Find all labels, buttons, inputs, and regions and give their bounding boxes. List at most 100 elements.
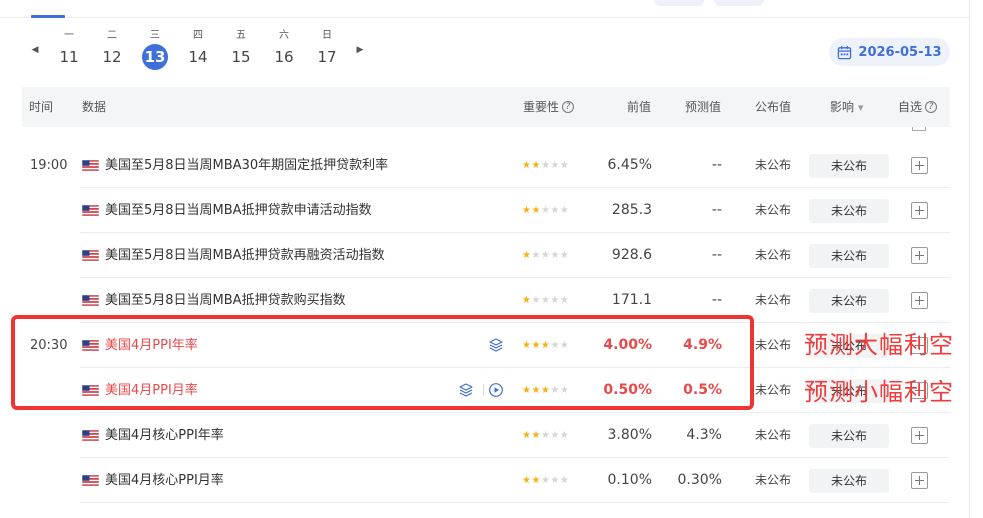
sort-down-icon: ▼ <box>858 103 864 112</box>
col-forecast: 预测值 <box>685 100 722 114</box>
forecast-value: -- <box>711 202 722 218</box>
table-header: 时间 数据 重要性? 前值 预测值 公布值 影响 ▼ 自选? <box>22 87 950 127</box>
day-13-selected[interactable]: 三 13 <box>140 28 170 70</box>
day-12[interactable]: 二 12 <box>97 28 127 70</box>
top-control-pill[interactable] <box>654 0 704 6</box>
row-time: 19:00 <box>30 158 68 173</box>
importance-stars: ★★★★★ <box>522 430 570 441</box>
forecast-value: 4.3% <box>686 427 722 443</box>
previous-value: 6.45% <box>607 157 652 173</box>
us-flag-icon <box>82 160 99 171</box>
prev-week-arrow-icon[interactable]: ◀ <box>30 44 40 56</box>
next-week-arrow-icon[interactable]: ▶ <box>355 44 365 56</box>
us-flag-icon <box>82 295 99 306</box>
annotation-highlight-box <box>11 315 754 410</box>
date-value: 2026-05-13 <box>858 44 942 60</box>
weekday-label: 一 <box>64 30 74 41</box>
day-16[interactable]: 六 16 <box>269 28 299 70</box>
day-17[interactable]: 日 17 <box>312 28 342 70</box>
day-14[interactable]: 四 14 <box>183 28 213 70</box>
col-impact-label: 影响 <box>830 100 855 114</box>
impact-badge[interactable]: 未公布 <box>809 469 889 493</box>
event-name-link[interactable]: 美国至5月8日当周MBA抵押贷款再融资活动指数 <box>105 233 385 278</box>
day-number: 15 <box>231 48 251 66</box>
previous-value: 928.6 <box>611 247 652 263</box>
impact-badge[interactable]: 未公布 <box>809 289 889 313</box>
col-time: 时间 <box>29 100 54 114</box>
scrolled-row-edge <box>912 127 926 131</box>
previous-value: 3.80% <box>607 427 652 443</box>
table-row: 19:00 美国至5月8日当周MBA30年期固定抵押贷款利率 ★★★★★ 6.4… <box>22 143 950 188</box>
impact-badge[interactable]: 未公布 <box>809 154 889 178</box>
forecast-value: -- <box>711 157 722 173</box>
day-number: 13 <box>142 44 168 70</box>
us-flag-icon <box>82 205 99 216</box>
table-row: 美国至5月8日当周MBA抵押贷款再融资活动指数 ★★★★★ 928.6 -- 未… <box>22 233 950 278</box>
impact-badge[interactable]: 未公布 <box>809 244 889 268</box>
top-control-pill[interactable] <box>714 0 764 6</box>
day-number: 14 <box>188 48 208 66</box>
day-number: 12 <box>102 48 122 66</box>
add-watchlist-icon[interactable] <box>911 157 928 174</box>
event-name-link[interactable]: 美国4月核心PPI月率 <box>105 458 224 503</box>
day-15[interactable]: 五 15 <box>226 28 256 70</box>
impact-badge[interactable]: 未公布 <box>809 199 889 223</box>
day-11[interactable]: 一 11 <box>54 28 84 70</box>
col-importance[interactable]: 重要性? <box>523 87 575 127</box>
day-number: 11 <box>59 48 79 66</box>
panel-border <box>969 0 970 518</box>
add-watchlist-icon[interactable] <box>911 247 928 264</box>
us-flag-icon <box>82 430 99 441</box>
weekday-label: 二 <box>107 30 117 41</box>
actual-value: 未公布 <box>755 293 792 307</box>
table-row: 美国4月核心PPI年率 ★★★★★ 3.80% 4.3% 未公布 未公布 <box>22 413 950 458</box>
actual-value: 未公布 <box>755 248 792 262</box>
top-tab-bar <box>0 0 983 18</box>
help-icon[interactable]: ? <box>925 100 938 113</box>
actual-value: 未公布 <box>755 338 792 352</box>
us-flag-icon <box>82 475 99 486</box>
actual-value: 未公布 <box>755 473 792 487</box>
forecast-value: -- <box>711 247 722 263</box>
weekday-label: 六 <box>279 30 289 41</box>
col-importance-label: 重要性 <box>523 100 560 114</box>
col-previous: 前值 <box>627 100 652 114</box>
weekday-label: 三 <box>150 30 160 41</box>
event-name-link[interactable]: 美国至5月8日当周MBA30年期固定抵押贷款利率 <box>105 143 388 188</box>
day-number: 16 <box>274 48 294 66</box>
importance-stars: ★★★★★ <box>522 205 570 216</box>
day-number: 17 <box>317 48 337 66</box>
table-row: 美国至5月8日当周MBA抵押贷款申请活动指数 ★★★★★ 285.3 -- 未公… <box>22 188 950 233</box>
previous-value: 0.10% <box>607 472 652 488</box>
event-name-link[interactable]: 美国至5月8日当周MBA抵押贷款申请活动指数 <box>105 188 372 233</box>
add-watchlist-icon[interactable] <box>911 202 928 219</box>
add-watchlist-icon[interactable] <box>911 472 928 489</box>
annotation-text-2: 预测小幅利空 <box>804 378 954 406</box>
add-watchlist-icon[interactable] <box>911 292 928 309</box>
col-actual: 公布值 <box>755 100 792 114</box>
row-divider <box>80 502 950 503</box>
weekday-label: 五 <box>236 30 246 41</box>
actual-value: 未公布 <box>755 203 792 217</box>
importance-stars: ★★★★★ <box>522 475 570 486</box>
forecast-value: 0.30% <box>677 472 722 488</box>
actual-value: 未公布 <box>755 428 792 442</box>
col-watchlist-label: 自选 <box>898 100 923 114</box>
event-name-link[interactable]: 美国4月核心PPI年率 <box>105 413 224 458</box>
active-tab-indicator <box>31 15 65 18</box>
importance-stars: ★★★★★ <box>522 250 570 261</box>
previous-value: 285.3 <box>611 202 652 218</box>
date-picker-button[interactable]: 2026-05-13 <box>829 38 950 66</box>
weekday-label: 日 <box>322 30 332 41</box>
col-impact[interactable]: 影响 ▼ <box>830 87 863 128</box>
annotation-text-1: 预测大幅利空 <box>804 331 954 359</box>
importance-stars: ★★★★★ <box>522 160 570 171</box>
us-flag-icon <box>82 250 99 261</box>
actual-value: 未公布 <box>755 383 792 397</box>
impact-badge[interactable]: 未公布 <box>809 424 889 448</box>
col-data: 数据 <box>82 100 107 114</box>
weekday-label: 四 <box>193 30 203 41</box>
add-watchlist-icon[interactable] <box>911 427 928 444</box>
col-watchlist[interactable]: 自选? <box>898 87 938 127</box>
help-icon[interactable]: ? <box>562 100 575 113</box>
